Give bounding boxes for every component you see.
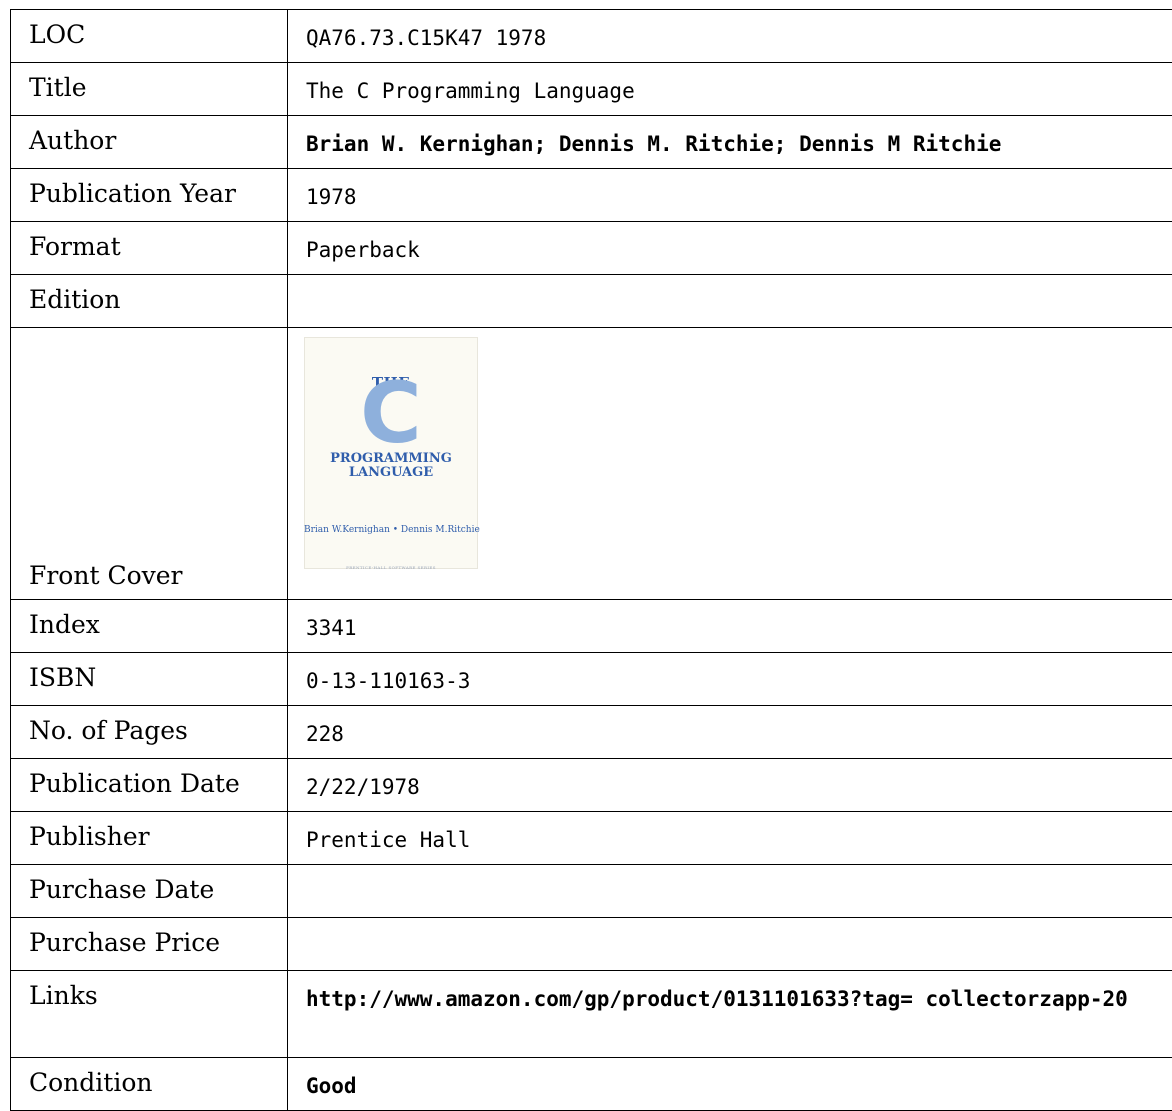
purchase-date-label: Purchase Date (11, 865, 288, 918)
row-title: Title The C Programming Language (11, 63, 1172, 116)
front-cover-cell: THE C PROGRAMMING LANGUAGE Brian W.Kerni… (288, 328, 1172, 600)
row-index: Index 3341 (11, 600, 1172, 653)
row-author: Author Brian W. Kernighan; Dennis M. Rit… (11, 116, 1172, 169)
row-front-cover: Front Cover THE C PROGRAMMING LANGUAGE B… (11, 328, 1172, 600)
row-publication-date: Publication Date 2/22/1978 (11, 759, 1172, 812)
row-pages: No. of Pages 228 (11, 706, 1172, 759)
index-label: Index (11, 600, 288, 653)
publication-date-label: Publication Date (11, 759, 288, 812)
format-value: Paperback (288, 222, 1172, 275)
row-publisher: Publisher Prentice Hall (11, 812, 1172, 865)
front-cover-label: Front Cover (11, 328, 288, 600)
row-purchase-price: Purchase Price (11, 918, 1172, 971)
purchase-date-value (288, 865, 1172, 918)
title-label: Title (11, 63, 288, 116)
purchase-price-value (288, 918, 1172, 971)
author-value: Brian W. Kernighan; Dennis M. Ritchie; D… (288, 116, 1172, 169)
pages-value: 228 (288, 706, 1172, 759)
publication-year-label: Publication Year (11, 169, 288, 222)
condition-value: Good (288, 1058, 1172, 1111)
publication-year-value: 1978 (288, 169, 1172, 222)
isbn-label: ISBN (11, 653, 288, 706)
cover-title-text: PROGRAMMING LANGUAGE (304, 452, 478, 480)
title-value: The C Programming Language (288, 63, 1172, 116)
row-format: Format Paperback (11, 222, 1172, 275)
loc-value: QA76.73.C15K47 1978 (288, 10, 1172, 63)
row-condition: Condition Good (11, 1058, 1172, 1111)
cover-title-line1: PROGRAMMING (304, 452, 478, 466)
links-value-link[interactable]: http://www.amazon.com/gp/product/0131101… (288, 971, 1172, 1058)
publication-date-value: 2/22/1978 (288, 759, 1172, 812)
purchase-price-label: Purchase Price (11, 918, 288, 971)
row-loc: LOC QA76.73.C15K47 1978 (11, 10, 1172, 63)
row-isbn: ISBN 0-13-110163-3 (11, 653, 1172, 706)
cover-series-text: PRENTICE-HALL SOFTWARE SERIES (304, 552, 478, 583)
index-value: 3341 (288, 600, 1172, 653)
book-record-table: LOC QA76.73.C15K47 1978 Title The C Prog… (10, 9, 1172, 1111)
format-label: Format (11, 222, 288, 275)
pages-label: No. of Pages (11, 706, 288, 759)
publisher-value: Prentice Hall (288, 812, 1172, 865)
cover-title-line2: LANGUAGE (304, 466, 478, 480)
cover-authors-text: Brian W.Kernighan • Dennis M.Ritchie (304, 515, 478, 546)
row-edition: Edition (11, 275, 1172, 328)
loc-label: LOC (11, 10, 288, 63)
condition-label: Condition (11, 1058, 288, 1111)
row-links: Links http://www.amazon.com/gp/product/0… (11, 971, 1172, 1058)
author-label: Author (11, 116, 288, 169)
row-publication-year: Publication Year 1978 (11, 169, 1172, 222)
row-purchase-date: Purchase Date (11, 865, 1172, 918)
publisher-label: Publisher (11, 812, 288, 865)
links-label: Links (11, 971, 288, 1058)
front-cover-image: THE C PROGRAMMING LANGUAGE Brian W.Kerni… (304, 337, 478, 569)
edition-value (288, 275, 1172, 328)
cover-c-letter: C (304, 371, 478, 455)
edition-label: Edition (11, 275, 288, 328)
isbn-value: 0-13-110163-3 (288, 653, 1172, 706)
